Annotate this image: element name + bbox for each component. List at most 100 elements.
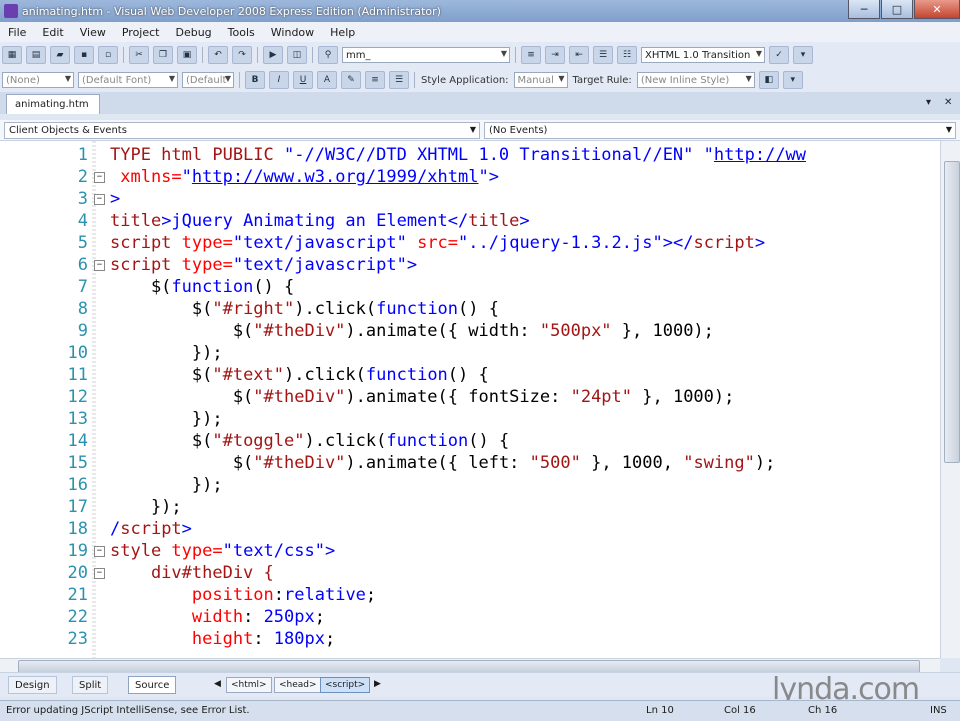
- toolbar-separator: [312, 47, 313, 63]
- token: type=: [181, 233, 233, 253]
- token: >: [488, 167, 499, 187]
- source-view-button[interactable]: Source: [128, 676, 177, 694]
- menu-file[interactable]: File: [0, 26, 34, 39]
- menu-debug[interactable]: Debug: [167, 26, 219, 39]
- collapse-icon[interactable]: −: [94, 194, 105, 205]
- line-number: 9: [77, 321, 88, 341]
- paste-icon[interactable]: ▣: [177, 46, 197, 64]
- cut-icon[interactable]: ✂: [129, 46, 149, 64]
- breadcrumb-head[interactable]: <head>: [274, 677, 322, 693]
- line-number: 11: [67, 365, 88, 385]
- close-tab-icon[interactable]: ✕: [944, 97, 952, 108]
- breadcrumb-prev-icon[interactable]: ◀: [214, 679, 221, 689]
- client-objects-combo[interactable]: Client Objects & Events ▼: [4, 122, 480, 139]
- line-number: 21: [67, 585, 88, 605]
- horizontal-scrollbar[interactable]: [0, 658, 940, 673]
- menu-window[interactable]: Window: [263, 26, 322, 39]
- split-view-button[interactable]: Split: [72, 676, 109, 694]
- save-icon[interactable]: ▪: [74, 46, 94, 64]
- align-icon[interactable]: ≡: [365, 71, 385, 89]
- events-combo[interactable]: (No Events) ▼: [484, 122, 956, 139]
- target-rule-value: (New Inline Style): [640, 74, 730, 86]
- token[interactable]: http://www.w3.org/1999/xhtml: [192, 167, 479, 187]
- comment-icon[interactable]: ☰: [593, 46, 613, 64]
- line-number: 7: [77, 277, 88, 297]
- format-icon[interactable]: ≡: [521, 46, 541, 64]
- font-combo[interactable]: (Default Font) ▼: [78, 72, 178, 88]
- maximize-button[interactable]: □: [881, 0, 913, 19]
- collapse-icon[interactable]: −: [94, 568, 105, 579]
- menu-help[interactable]: Help: [322, 26, 363, 39]
- chevron-down-icon[interactable]: ▼: [946, 125, 952, 134]
- split-view-label: Split: [79, 679, 102, 691]
- start-debugging-icon[interactable]: ▶: [263, 46, 283, 64]
- token: type=: [171, 541, 223, 561]
- standard-toolbar: ▦ ▤ ▰ ▪ ▫ ✂ ❐ ▣ ↶ ↷ ▶ ◫ ⚲ mm_ ▼ ≡ ⇥ ⇤ ☰ …: [0, 42, 960, 69]
- token: div#theDiv {: [110, 563, 274, 583]
- style-application-combo[interactable]: Manual ▼: [513, 72, 568, 88]
- collapse-icon[interactable]: −: [94, 260, 105, 271]
- chevron-down-icon[interactable]: ▼: [746, 74, 752, 83]
- find-combo[interactable]: mm_ ▼: [342, 47, 510, 63]
- underline-button[interactable]: U: [293, 71, 313, 89]
- chevron-down-icon[interactable]: ▼: [470, 125, 476, 134]
- vertical-scroll-thumb[interactable]: [944, 161, 960, 463]
- tab-list-icon[interactable]: ▾: [926, 97, 931, 108]
- token: 180px: [273, 629, 325, 649]
- redo-icon[interactable]: ↷: [232, 46, 252, 64]
- indent-icon[interactable]: ⇥: [545, 46, 565, 64]
- outdent-icon[interactable]: ⇤: [569, 46, 589, 64]
- new-project-icon[interactable]: ▦: [2, 46, 22, 64]
- code-line: 2 − xmlns="http://www.w3.org/1999/xhtml"…: [0, 166, 940, 188]
- font-size-combo[interactable]: (Default ▼: [182, 72, 234, 88]
- minimize-button[interactable]: ─: [848, 0, 880, 19]
- save-all-icon[interactable]: ▫: [98, 46, 118, 64]
- block-format-combo[interactable]: (None) ▼: [2, 72, 74, 88]
- menu-project[interactable]: Project: [114, 26, 168, 39]
- token: "text/javascript": [232, 233, 407, 253]
- style-icon[interactable]: ◧: [758, 71, 779, 89]
- token: script: [110, 255, 182, 275]
- font-value: (Default Font): [82, 74, 152, 86]
- menu-tools[interactable]: Tools: [220, 26, 263, 39]
- doctype-combo[interactable]: XHTML 1.0 Transition ▼: [641, 47, 765, 63]
- italic-button[interactable]: I: [269, 71, 289, 89]
- fore-color-icon[interactable]: A: [317, 71, 337, 89]
- code-text: xmlns="http://www.w3.org/1999/xhtml">: [110, 166, 499, 188]
- open-file-icon[interactable]: ▰: [50, 46, 70, 64]
- token[interactable]: http://ww: [714, 145, 806, 165]
- undo-icon[interactable]: ↶: [208, 46, 228, 64]
- highlight-icon[interactable]: ✎: [341, 71, 361, 89]
- breadcrumb-next-icon[interactable]: ▶: [374, 679, 381, 689]
- breadcrumb-script[interactable]: <script>: [320, 677, 371, 693]
- chevron-down-icon[interactable]: ▼: [501, 49, 507, 58]
- collapse-icon[interactable]: −: [94, 546, 105, 557]
- close-window-button[interactable]: ✕: [914, 0, 960, 19]
- chevron-down-icon[interactable]: ▼: [558, 74, 564, 83]
- uncomment-icon[interactable]: ☷: [617, 46, 637, 64]
- vertical-scrollbar[interactable]: [940, 141, 960, 658]
- chevron-down-icon[interactable]: ▼: [225, 74, 231, 83]
- bold-button[interactable]: B: [245, 71, 265, 89]
- code-text: $(function() {: [110, 276, 294, 298]
- chevron-down-icon[interactable]: ▼: [169, 74, 175, 83]
- find-icon[interactable]: ⚲: [318, 46, 338, 64]
- validate-icon[interactable]: ✓: [769, 46, 789, 64]
- token: );: [754, 453, 776, 473]
- browse-icon[interactable]: ◫: [287, 46, 307, 64]
- add-item-icon[interactable]: ▤: [26, 46, 46, 64]
- list-icon[interactable]: ☰: [389, 71, 409, 89]
- style-options-icon[interactable]: ▾: [782, 71, 803, 89]
- toolbar-options-icon[interactable]: ▾: [793, 46, 813, 64]
- design-view-button[interactable]: Design: [8, 676, 57, 694]
- breadcrumb-html[interactable]: <html>: [226, 677, 272, 693]
- tab-animating-htm[interactable]: animating.htm: [6, 94, 100, 114]
- copy-icon[interactable]: ❐: [153, 46, 173, 64]
- menu-edit[interactable]: Edit: [34, 26, 71, 39]
- target-rule-combo[interactable]: (New Inline Style) ▼: [636, 72, 755, 88]
- collapse-icon[interactable]: −: [94, 172, 105, 183]
- code-editor[interactable]: 1 TYPE html PUBLIC "-//W3C//DTD XHTML 1.…: [0, 141, 940, 658]
- chevron-down-icon[interactable]: ▼: [756, 49, 762, 58]
- chevron-down-icon[interactable]: ▼: [65, 74, 71, 83]
- menu-view[interactable]: View: [72, 26, 114, 39]
